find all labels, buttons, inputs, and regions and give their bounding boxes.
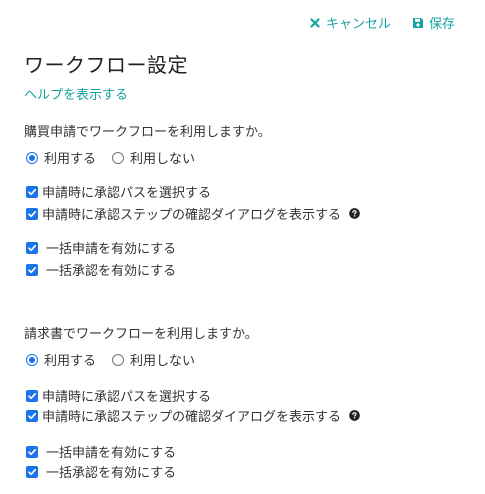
radio-not-use[interactable]: 利用しない [112, 148, 195, 167]
checkbox-select-approval-path[interactable]: 申請時に承認パスを選択する [26, 182, 211, 201]
radio-not-use[interactable]: 利用しない [112, 350, 195, 369]
checkbox-label: 申請時に承認パスを選択する [42, 186, 212, 201]
checkbox-show-confirm-dialog[interactable]: 申請時に承認ステップの確認ダイアログを表示する [26, 406, 360, 425]
toolbar: キャンセル 保存 [308, 13, 455, 32]
checkbox [26, 207, 38, 220]
radio-label: 利用しない [130, 152, 196, 167]
checkbox-label: 申請時に承認ステップの確認ダイアログを表示する [42, 410, 342, 425]
radio-button [112, 151, 125, 164]
checkbox [26, 409, 38, 422]
radio-use[interactable]: 利用する [26, 350, 96, 369]
checkbox [26, 389, 38, 402]
help-link[interactable]: ヘルプを表示する [24, 84, 128, 103]
radio-button [112, 353, 125, 366]
cancel-button[interactable]: キャンセル [308, 13, 391, 32]
radio-label: 利用しない [130, 354, 196, 369]
checkbox-label: 一括申請を有効にする [46, 446, 177, 461]
checkbox-enable-bulk-approval[interactable]: 一括承認を有効にする [26, 462, 176, 481]
checkbox-label: 一括承認を有効にする [46, 264, 177, 279]
checkbox-enable-bulk-approval[interactable]: 一括承認を有効にする [26, 260, 176, 279]
save-label: 保存 [428, 17, 455, 32]
checkbox-label: 一括申請を有効にする [46, 242, 177, 257]
save-button[interactable]: 保存 [411, 13, 455, 32]
checkbox-label: 一括承認を有効にする [46, 466, 177, 481]
checkbox [26, 185, 38, 198]
workflow-radio-group: 利用する 利用しない [26, 350, 195, 369]
checkbox [26, 465, 38, 478]
checkbox-enable-bulk-request[interactable]: 一括申請を有効にする [26, 238, 176, 257]
checkbox-label: 申請時に承認パスを選択する [42, 390, 212, 405]
radio-label: 利用する [44, 354, 97, 369]
radio-button [26, 353, 38, 366]
page-title: ワークフロー設定 [24, 53, 188, 77]
cancel-label: キャンセル [325, 17, 391, 32]
checkbox-label: 申請時に承認ステップの確認ダイアログを表示する [42, 208, 342, 223]
radio-use[interactable]: 利用する [26, 148, 96, 167]
checkbox-select-approval-path[interactable]: 申請時に承認パスを選択する [26, 386, 211, 405]
close-icon [308, 16, 322, 30]
section-question: 購買申請でワークフローを利用しますか。 [24, 125, 271, 140]
checkbox-enable-bulk-request[interactable]: 一括申請を有効にする [26, 442, 176, 461]
radio-label: 利用する [44, 152, 97, 167]
checkbox [26, 263, 38, 276]
question-circle-icon[interactable] [349, 410, 360, 421]
workflow-radio-group: 利用する 利用しない [26, 148, 195, 167]
question-circle-icon[interactable] [349, 208, 360, 219]
section-question: 請求書でワークフローを利用しますか。 [24, 327, 258, 342]
radio-button [26, 151, 38, 164]
checkbox [26, 241, 38, 254]
checkbox-show-confirm-dialog[interactable]: 申請時に承認ステップの確認ダイアログを表示する [26, 204, 360, 223]
checkbox [26, 445, 38, 458]
floppy-disk-icon [411, 16, 425, 30]
